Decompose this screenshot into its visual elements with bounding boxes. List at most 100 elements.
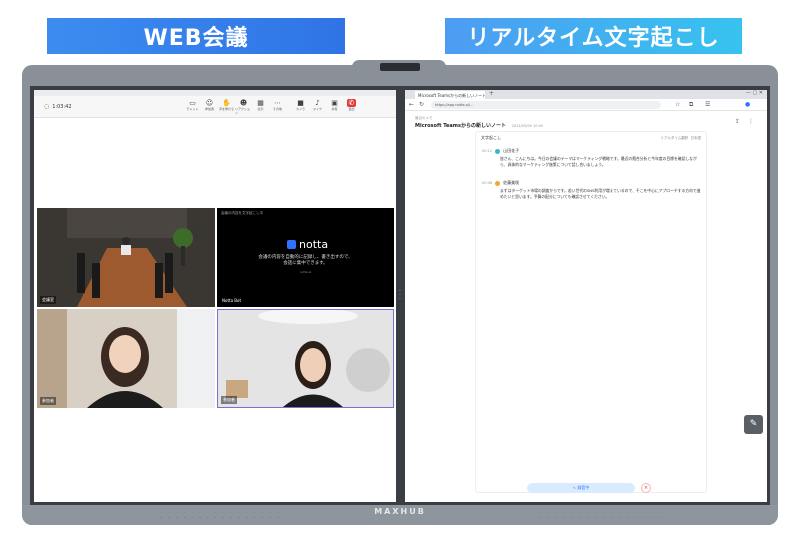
entry-text: まずはターゲット市場の調査からです。若い世代のSNS利用が増えているので、そこを… bbox=[500, 188, 701, 199]
entry-meta: 00:12 山田花子 bbox=[482, 148, 704, 154]
meeting-window: ◌ 1:03:42 ▭ チャット ☺ 参加者 ✋ 手を挙げる ☻ リアクション ▦ 表示 … bbox=[34, 90, 396, 502]
translation-mode-label: リアルタイム翻訳 bbox=[660, 135, 689, 140]
share-icon[interactable]: ⇪ bbox=[735, 118, 740, 125]
note-title-text: Microsoft Teamsからの新しいノート bbox=[415, 123, 506, 129]
new-tab-icon[interactable]: + bbox=[489, 90, 494, 97]
meeting-timer: ◌ 1:03:42 bbox=[44, 103, 154, 110]
transcript-panel: 文字起こし リアルタイム翻訳 日本語 00:12 山田花子 皆さん、こんにちは。… bbox=[475, 131, 707, 493]
tool-label: 手を挙げる bbox=[218, 106, 234, 111]
participant-1-image bbox=[37, 309, 215, 408]
participant-2-image bbox=[218, 310, 393, 407]
back-icon[interactable]: ← bbox=[409, 101, 414, 108]
notta-message: 会議の内容を自動的に記録し、書き出すので、 会話に集中できます。 bbox=[258, 255, 353, 266]
leave-button[interactable]: ✆ 退出 bbox=[343, 98, 360, 115]
tile-label: 会議室 bbox=[40, 296, 56, 304]
chat-icon: ▭ bbox=[189, 98, 196, 107]
translation-language: 日本語 bbox=[690, 135, 702, 140]
bezel-dots-right: · · · · · · · · · · · · · · · · bbox=[540, 515, 662, 522]
entry-time: 00:48 bbox=[482, 181, 493, 185]
tool-label: 表示 bbox=[257, 106, 264, 111]
notta-brand-text: notta bbox=[299, 238, 329, 251]
favorites-icon[interactable]: ☰ bbox=[705, 101, 710, 108]
url-field[interactable]: https://app.notta.ai/... bbox=[431, 101, 661, 109]
tool-label: 参加者 bbox=[204, 106, 214, 111]
browser-tab[interactable]: Microsoft Teamsからの新しいノート bbox=[415, 91, 485, 99]
hand-icon: ✋ bbox=[222, 98, 231, 107]
tool-label: その他 bbox=[272, 106, 282, 111]
share-button[interactable]: ▣ 共有 bbox=[326, 99, 343, 115]
notta-logo: notta bbox=[287, 238, 328, 251]
tool-label: カメラ bbox=[295, 106, 305, 111]
video-tile-notta-bot[interactable]: 会議の内容を文字起こし中 notta 会議の内容を自動的に記録し、書き出すので、… bbox=[217, 208, 394, 307]
more-button[interactable]: ⋯ その他 bbox=[269, 99, 286, 115]
camera-icon: ■ bbox=[297, 98, 304, 107]
notta-tile-header: 会議の内容を文字起こし中 bbox=[221, 211, 263, 215]
tool-label: マイク bbox=[313, 106, 322, 111]
bezel-dots-left: · · · · · · · · · · · · · · · · bbox=[160, 515, 282, 522]
banner-web-meeting: WEB会議 bbox=[47, 18, 345, 54]
entry-meta: 00:48 佐藤美咲 bbox=[482, 180, 704, 186]
camera-icon bbox=[380, 63, 420, 71]
tool-label: リアクション bbox=[235, 106, 250, 115]
raise-hand-button[interactable]: ✋ 手を挙げる bbox=[218, 99, 235, 115]
recording-indicator[interactable]: ∿ 録音中 bbox=[527, 483, 635, 493]
pen-tool-icon[interactable]: ✎ bbox=[744, 415, 763, 434]
meeting-tools: ▭ チャット ☺ 参加者 ✋ 手を挙げる ☻ リアクション ▦ 表示 ⋯ その他 ■ カメラ … bbox=[184, 98, 360, 115]
stop-recording-button[interactable]: × bbox=[641, 483, 651, 493]
reaction-icon: ☻ bbox=[239, 98, 248, 107]
tile-label: Notta Bot bbox=[222, 298, 242, 303]
notta-sub: notta.ai bbox=[299, 270, 312, 274]
tile-label: 参加者 bbox=[40, 397, 56, 405]
note-header: 最近のメモ Microsoft Teamsからの新しいノート 2024/05/0… bbox=[415, 116, 760, 129]
tile-label: 参加者 bbox=[221, 396, 237, 404]
leave-icon: ✆ bbox=[346, 98, 357, 107]
view-button[interactable]: ▦ 表示 bbox=[252, 99, 269, 115]
waveform-icon: ∿ bbox=[572, 485, 577, 490]
people-icon: ☺ bbox=[205, 98, 214, 107]
recording-label: 録音中 bbox=[577, 485, 590, 490]
device-brand: MAXHUB bbox=[374, 507, 426, 516]
camera-button[interactable]: ■ カメラ bbox=[292, 99, 309, 115]
transcript-entry[interactable]: 00:48 佐藤美咲 まずはターゲット市場の調査からです。若い世代のSNS利用が… bbox=[482, 180, 704, 200]
transcript-entry[interactable]: 00:12 山田花子 皆さん、こんにちは。今日の会議のテーマはマーケティング戦略… bbox=[482, 148, 704, 168]
browser-addressbar: ← ↻ https://app.notta.ai/... ☆ ⧉ ☰ ● bbox=[405, 99, 767, 111]
browser-window: Microsoft Teamsからの新しいノート + — ▢ ✕ ← ↻ htt… bbox=[405, 90, 767, 502]
people-button[interactable]: ☺ 参加者 bbox=[201, 99, 218, 115]
reaction-button[interactable]: ☻ リアクション bbox=[235, 99, 252, 115]
tool-label: 共有 bbox=[331, 106, 338, 111]
video-tile-participant-1[interactable]: 参加者 bbox=[37, 309, 215, 408]
note-date: 2024/05/09 10:00 bbox=[511, 124, 544, 128]
share-icon: ▣ bbox=[331, 98, 338, 107]
star-icon[interactable]: ☆ bbox=[675, 101, 680, 108]
banner-realtime-transcription: リアルタイム文字起こし bbox=[445, 18, 742, 54]
transcript-section-label: 文字起こし bbox=[481, 135, 501, 140]
notta-logo-icon bbox=[287, 240, 296, 249]
profile-icon[interactable]: ● bbox=[745, 101, 750, 108]
tool-label: 退出 bbox=[348, 106, 355, 111]
avatar bbox=[495, 148, 501, 154]
more-icon: ⋯ bbox=[274, 98, 281, 107]
split-handle[interactable]: · · · bbox=[399, 289, 401, 303]
entry-speaker: 佐藤美咲 bbox=[503, 180, 520, 185]
more-icon[interactable]: ⋮ bbox=[748, 118, 754, 125]
transcript-header: 文字起こし リアルタイム翻訳 日本語 bbox=[476, 132, 706, 144]
entry-time: 00:12 bbox=[482, 149, 493, 153]
browser-tabbar: Microsoft Teamsからの新しいノート + — ▢ ✕ bbox=[405, 90, 767, 99]
mic-button[interactable]: ♪ マイク bbox=[309, 99, 326, 115]
shield-icon: ◌ bbox=[44, 103, 50, 110]
window-controls-icon[interactable]: — ▢ ✕ bbox=[746, 90, 763, 96]
view-icon: ▦ bbox=[257, 98, 264, 107]
avatar bbox=[495, 180, 501, 186]
video-tile-participant-2[interactable]: 参加者 bbox=[217, 309, 394, 408]
note-title: Microsoft Teamsからの新しいノート 2024/05/09 10:0… bbox=[415, 122, 760, 129]
entry-speaker: 山田花子 bbox=[503, 148, 520, 153]
reload-icon[interactable]: ↻ bbox=[419, 101, 424, 108]
extensions-icon[interactable]: ⧉ bbox=[689, 101, 693, 109]
translation-toggle[interactable]: リアルタイム翻訳 日本語 bbox=[660, 136, 701, 141]
conference-room-image bbox=[37, 208, 215, 307]
breadcrumb[interactable]: 最近のメモ bbox=[415, 116, 760, 121]
video-tile-conference-room[interactable]: 会議室 bbox=[37, 208, 215, 307]
entry-text: 皆さん、こんにちは。今日の会議のテーマはマーケティング戦略です。最近の競合分析と… bbox=[500, 156, 697, 167]
meeting-toolbar: ◌ 1:03:42 ▭ チャット ☺ 参加者 ✋ 手を挙げる ☻ リアクション ▦ 表示 … bbox=[34, 96, 396, 118]
chat-button[interactable]: ▭ チャット bbox=[184, 99, 201, 115]
